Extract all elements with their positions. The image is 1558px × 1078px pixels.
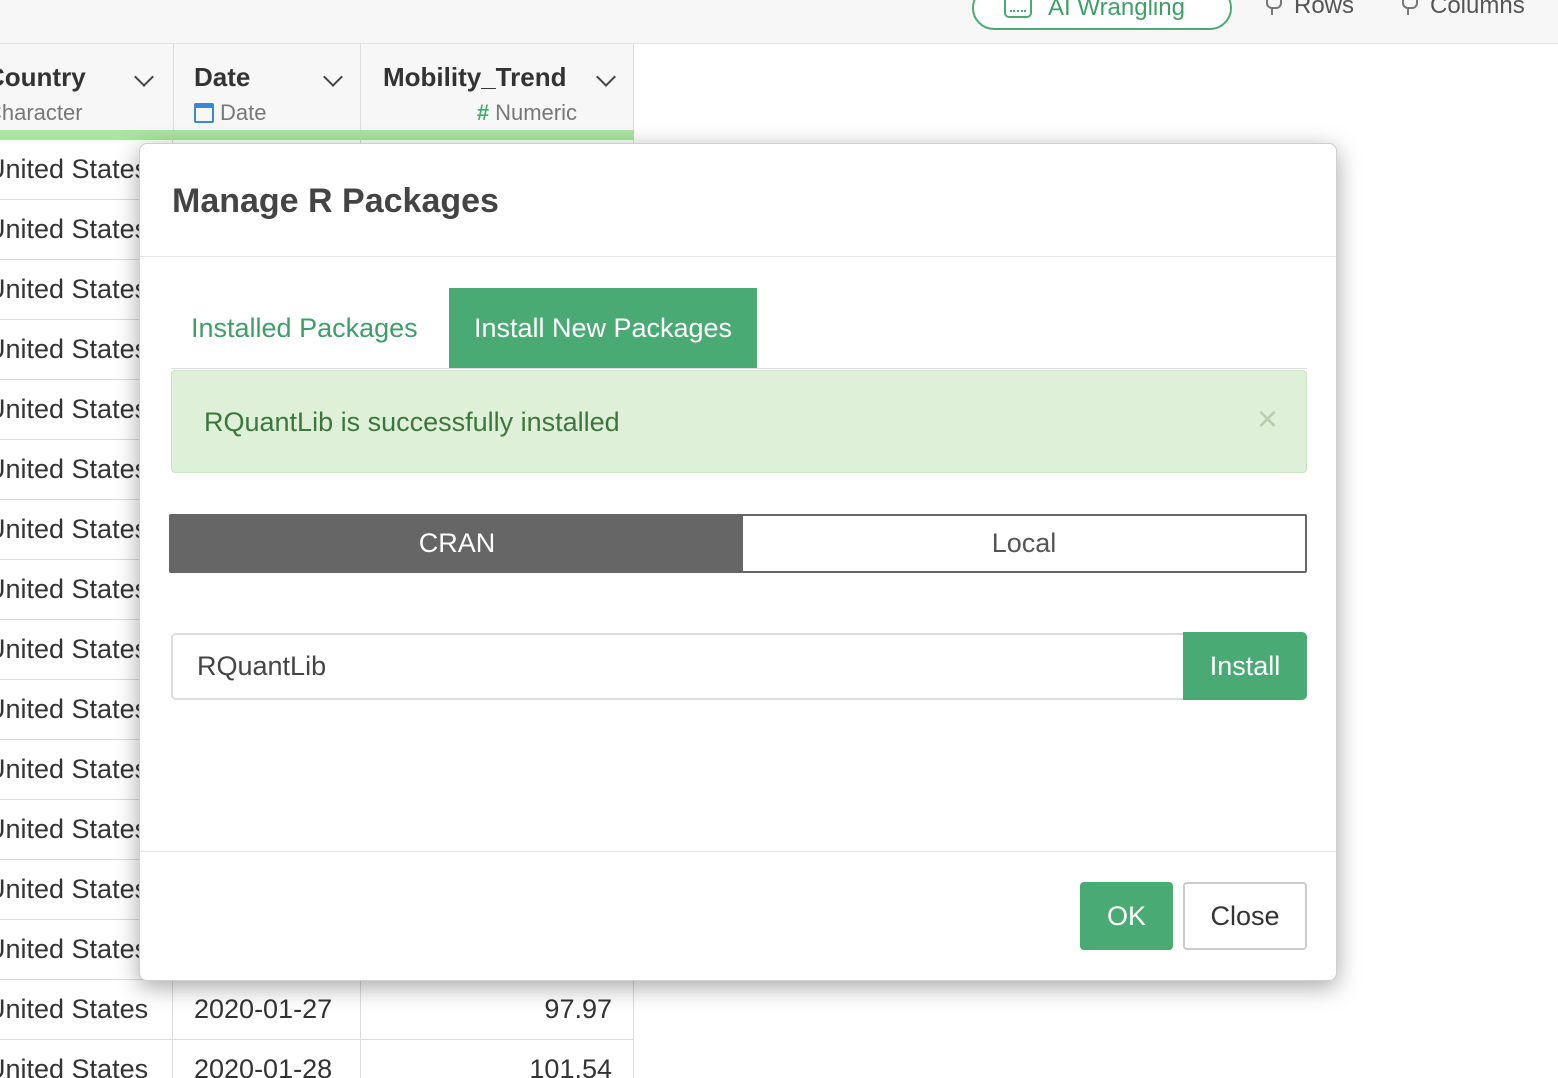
source-selector: CRAN Local [169,514,1307,573]
cell-date: 2020-01-28 [194,1054,333,1078]
cell-mobility-trend: 101.54 [529,1054,612,1078]
filter-icon [1402,0,1418,15]
cell-mobility-trend: 97.97 [544,994,612,1024]
column-name: Country [0,62,86,92]
tab-installed-packages[interactable]: Installed Packages [173,288,436,368]
column-name: Date [194,62,251,92]
chevron-down-icon[interactable] [323,67,343,87]
ai-wrangling-label: AI Wrangling [1048,0,1185,21]
chevron-down-icon[interactable] [596,67,616,87]
source-local-button[interactable]: Local [743,516,1305,571]
robot-icon [1004,0,1032,18]
column-type: # Numeric [476,100,577,125]
numeric-icon: # [476,100,490,125]
column-header-country[interactable]: Country Character [0,44,174,130]
manage-packages-dialog: Manage R Packages Installed Packages Ins… [139,143,1337,981]
filter-icon [1266,0,1282,15]
column-header-mobility-trend[interactable]: Mobility_Trend # Numeric [361,44,634,130]
close-button[interactable]: Close [1183,882,1307,950]
cell-divider [172,980,173,1040]
calendar-icon [194,103,214,123]
rows-filter-button[interactable]: Rows [1266,0,1354,20]
table-row[interactable]: United States 2020-01-28 101.54 [0,1040,634,1078]
ai-wrangling-button[interactable]: AI Wrangling [972,0,1232,30]
tab-divider [171,368,1307,369]
table-row[interactable]: United States 2020-01-27 97.97 [0,980,634,1040]
column-header-date[interactable]: Date Date [174,44,361,130]
column-quality-bar [0,130,634,140]
cell-divider [360,1040,361,1078]
alert-message: RQuantLib is successfully installed [204,407,620,437]
dialog-title: Manage R Packages [172,182,499,220]
column-type: Character [0,100,83,125]
cell-country: United States [0,994,149,1024]
divider [140,851,1336,852]
top-toolbar: AI Wrangling Rows Columns [0,0,1558,44]
package-name-input[interactable] [171,633,1184,700]
source-cran-button[interactable]: CRAN [171,516,743,571]
cell-divider [172,1040,173,1078]
column-type: Date [194,100,266,126]
divider [140,256,1336,257]
close-icon[interactable]: × [1257,401,1278,437]
install-button[interactable]: Install [1183,632,1307,700]
columns-label: Columns [1430,0,1525,19]
column-name: Mobility_Trend [383,62,567,92]
tab-install-new-packages[interactable]: Install New Packages [449,288,757,368]
columns-filter-button[interactable]: Columns [1402,0,1525,20]
chevron-down-icon[interactable] [134,67,154,87]
cell-country: United States [0,1054,149,1078]
ok-button[interactable]: OK [1080,882,1173,950]
success-alert: RQuantLib is successfully installed × [171,370,1307,473]
rows-label: Rows [1294,0,1355,19]
cell-divider [360,980,361,1040]
cell-date: 2020-01-27 [194,994,333,1024]
